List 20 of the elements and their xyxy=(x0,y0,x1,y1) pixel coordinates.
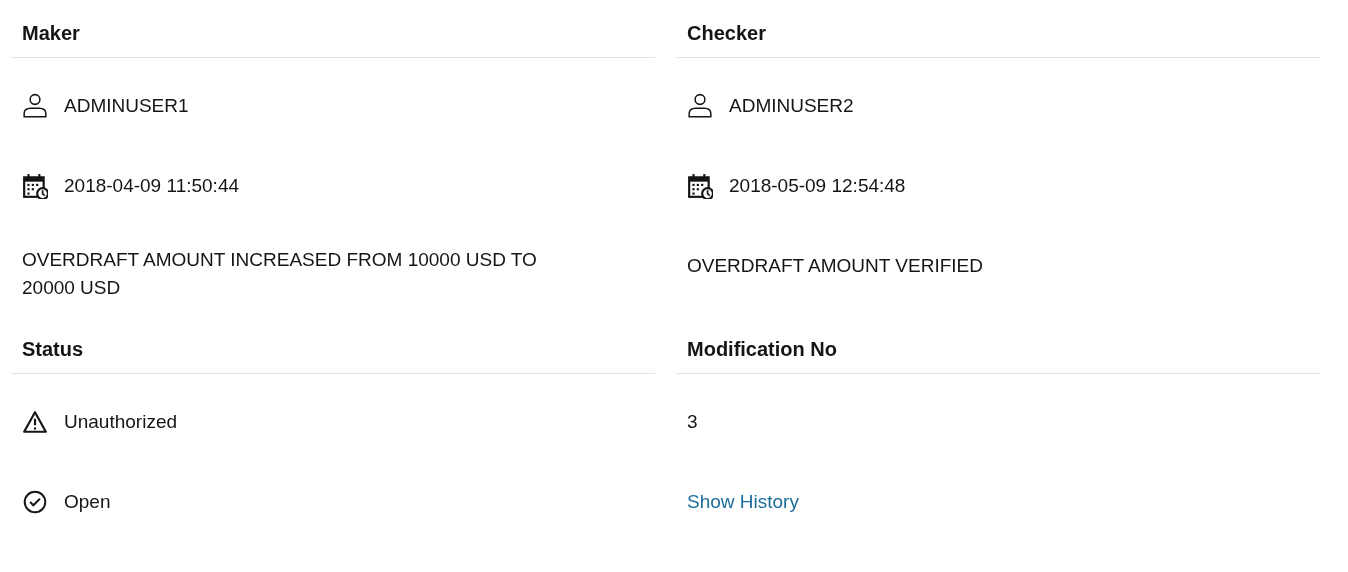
warning-icon xyxy=(22,409,48,435)
user-name: ADMINUSER2 xyxy=(729,94,854,118)
status-text: Open xyxy=(64,490,111,514)
section-heading: Checker xyxy=(676,10,1320,58)
date-time: 2018-05-09 12:54:48 xyxy=(729,174,906,198)
user-icon xyxy=(22,93,48,119)
status-text: Unauthorized xyxy=(64,410,178,434)
field-value: OVERDRAFT AMOUNT INCREASED FROM 10000 USD TO 20000 USD xyxy=(22,248,538,300)
date-time: 2018-04-09 11:50:44 xyxy=(64,174,240,198)
section-heading: Maker xyxy=(11,10,655,58)
field-value: OVERDRAFT AMOUNT VERIFIED xyxy=(687,254,983,278)
section-heading: Modification No xyxy=(676,326,1320,374)
user-icon xyxy=(687,93,713,119)
calendar-clock-icon xyxy=(22,173,48,199)
user-name: ADMINUSER1 xyxy=(64,94,189,118)
show-history-link[interactable]: Show History xyxy=(687,488,799,516)
calendar-clock-icon xyxy=(687,173,713,199)
check-circle-icon xyxy=(22,489,48,515)
field-value: 3 xyxy=(687,410,698,434)
section-heading: Status xyxy=(11,326,655,374)
